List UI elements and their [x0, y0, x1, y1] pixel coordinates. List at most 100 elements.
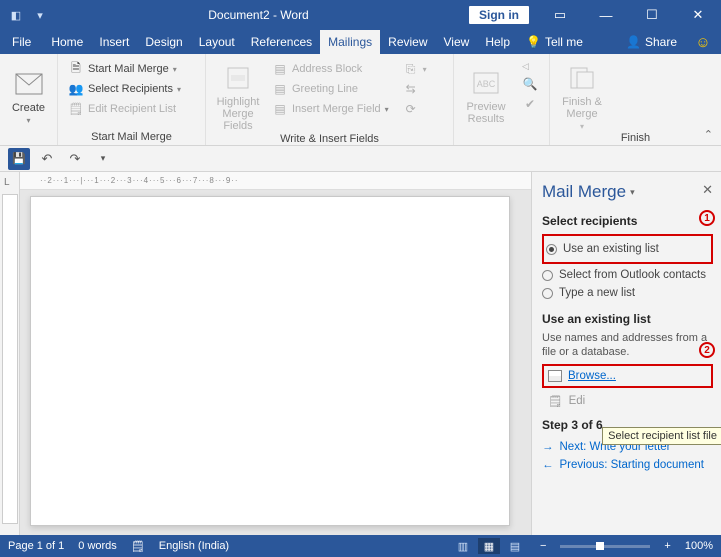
match-icon: ⇆ — [403, 81, 419, 97]
option-outlook-contacts[interactable]: Select from Outlook contacts — [542, 266, 713, 284]
use-existing-description: Use names and addresses from a file or a… — [542, 332, 713, 360]
check-icon: ✔ — [522, 96, 538, 112]
page-scroll[interactable] — [20, 190, 531, 535]
browse-link[interactable]: Browse... — [568, 370, 616, 382]
group-create: Create ▾ — [0, 54, 58, 145]
zoom-in-button[interactable]: + — [664, 540, 670, 552]
print-layout-button[interactable]: ▦ — [478, 538, 500, 554]
insert-merge-field-button: ▤ Insert Merge Field — [268, 100, 393, 118]
edit-label-truncated: Edi — [569, 395, 586, 407]
group-preview-label — [460, 130, 543, 143]
tell-me[interactable]: 💡Tell me — [518, 30, 591, 54]
tab-review[interactable]: Review — [380, 30, 435, 54]
rules-icon: ⎘ — [403, 61, 419, 77]
ribbon-tabs: File Home Insert Design Layout Reference… — [0, 30, 721, 54]
close-button[interactable]: ✕ — [675, 0, 721, 30]
undo-button[interactable]: ↶ — [36, 148, 58, 170]
greeting-icon: ▤ — [272, 81, 288, 97]
greeting-line-button: ▤ Greeting Line — [268, 80, 393, 98]
feedback-icon[interactable]: ☺ — [691, 30, 715, 54]
tab-layout[interactable]: Layout — [191, 30, 243, 54]
insert-label: Insert Merge Field — [292, 103, 381, 115]
option-use-existing-list[interactable]: Use an existing list — [546, 240, 709, 258]
tab-help[interactable]: Help — [477, 30, 518, 54]
share-button[interactable]: 👤Share — [618, 30, 685, 54]
arrow-left-icon: ← — [542, 459, 554, 471]
table-icon — [548, 370, 562, 382]
greet-label: Greeting Line — [292, 83, 358, 95]
update-labels-button: ⟳ — [399, 100, 431, 118]
ribbon-display-icon[interactable]: ▭ — [537, 0, 583, 30]
tab-references[interactable]: References — [243, 30, 320, 54]
start-mail-merge-button[interactable]: 🗎Start Mail Merge — [64, 60, 185, 78]
highlight-existing-list: Use an existing list — [542, 234, 713, 264]
ruler-horizontal[interactable]: ··2···1···|···1···2···3···4···5···6···7·… — [20, 172, 531, 190]
chevron-down-icon[interactable]: ▾ — [630, 187, 635, 198]
tab-file[interactable]: File — [0, 30, 43, 54]
first-record-button: ◁ — [518, 60, 542, 73]
read-mode-button[interactable]: ▥ — [452, 538, 474, 554]
highlight-label: Highlight Merge Fields — [212, 96, 264, 132]
title-bar: ◧ ▾ Document2 - Word Sign in ▭ — ☐ ✕ — [0, 0, 721, 30]
zoom-out-button[interactable]: − — [540, 540, 546, 552]
highlight-icon — [222, 62, 254, 94]
pane-close-button[interactable]: ✕ — [702, 182, 713, 198]
edit-recipient-list-button: 🗒Edit Recipient List — [64, 100, 185, 118]
document-icon: 🗎 — [68, 61, 84, 77]
previous-step-link[interactable]: ← Previous: Starting document — [542, 456, 713, 474]
tab-mailings[interactable]: Mailings — [320, 30, 380, 54]
ruler-vertical[interactable] — [2, 194, 18, 524]
field-icon: ▤ — [272, 101, 288, 117]
group-write-label: Write & Insert Fields — [212, 132, 447, 145]
zoom-slider[interactable] — [560, 545, 650, 548]
page-indicator[interactable]: Page 1 of 1 — [8, 540, 64, 552]
select-recipients-button[interactable]: 👥Select Recipients — [64, 80, 185, 98]
pane-title-text: Mail Merge — [542, 182, 626, 202]
create-label: Create — [12, 102, 45, 114]
radio-icon — [542, 288, 553, 299]
search-icon: 🔍 — [522, 76, 538, 92]
tab-insert[interactable]: Insert — [91, 30, 137, 54]
save-button[interactable]: 💾 — [8, 148, 30, 170]
collapse-ribbon-icon[interactable]: ⌃ — [704, 128, 713, 141]
opt-new-label: Type a new list — [559, 287, 635, 299]
redo-button[interactable]: ↷ — [64, 148, 86, 170]
web-layout-button[interactable]: ▤ — [504, 538, 526, 554]
quick-access-toolbar: 💾 ↶ ↷ ▾ — [0, 146, 721, 172]
edit-recipient-list-link: 🗒 Edi — [542, 394, 713, 408]
language-indicator[interactable]: English (India) — [159, 540, 229, 552]
minimize-button[interactable]: — — [583, 0, 629, 30]
annotation-marker-2: 2 — [699, 342, 715, 358]
page[interactable] — [30, 196, 510, 526]
sign-in-button[interactable]: Sign in — [469, 6, 529, 24]
window-title: Document2 - Word — [48, 8, 469, 22]
view-switcher: ▥ ▦ ▤ — [452, 538, 526, 554]
customize-qat-button[interactable]: ▾ — [92, 148, 114, 170]
address-icon: ▤ — [272, 61, 288, 77]
section-use-existing: Use an existing list — [542, 312, 713, 326]
highlight-merge-fields-button: Highlight Merge Fields — [212, 58, 264, 132]
spellcheck-icon[interactable]: 🗒 — [131, 540, 145, 553]
group-finish: Finish & Merge ▾ Finish — [550, 54, 721, 145]
tab-design[interactable]: Design — [137, 30, 190, 54]
autosave-icon[interactable]: ◧ — [8, 7, 24, 23]
qat-left: ◧ ▾ — [0, 7, 48, 23]
preview-results-button: ABC Preview Results — [460, 58, 512, 130]
tab-view[interactable]: View — [436, 30, 478, 54]
option-type-new-list[interactable]: Type a new list — [542, 284, 713, 302]
down-icon[interactable]: ▾ — [32, 7, 48, 23]
tab-home[interactable]: Home — [43, 30, 91, 54]
radio-selected-icon — [546, 244, 557, 255]
select-label: Select Recipients — [88, 83, 173, 95]
maximize-button[interactable]: ☐ — [629, 0, 675, 30]
create-button[interactable]: Create ▾ — [6, 58, 51, 130]
prev-label: Previous: Starting document — [560, 459, 704, 471]
zoom-level[interactable]: 100% — [685, 540, 713, 552]
word-count[interactable]: 0 words — [78, 540, 117, 552]
arrow-right-icon: → — [542, 441, 554, 453]
finish-icon — [566, 62, 598, 94]
svg-text:ABC: ABC — [477, 79, 496, 89]
preview-icon: ABC — [470, 67, 502, 99]
ribbon: Create ▾ 🗎Start Mail Merge 👥Select Recip… — [0, 54, 721, 146]
ruler-vertical-side: L — [0, 172, 20, 535]
